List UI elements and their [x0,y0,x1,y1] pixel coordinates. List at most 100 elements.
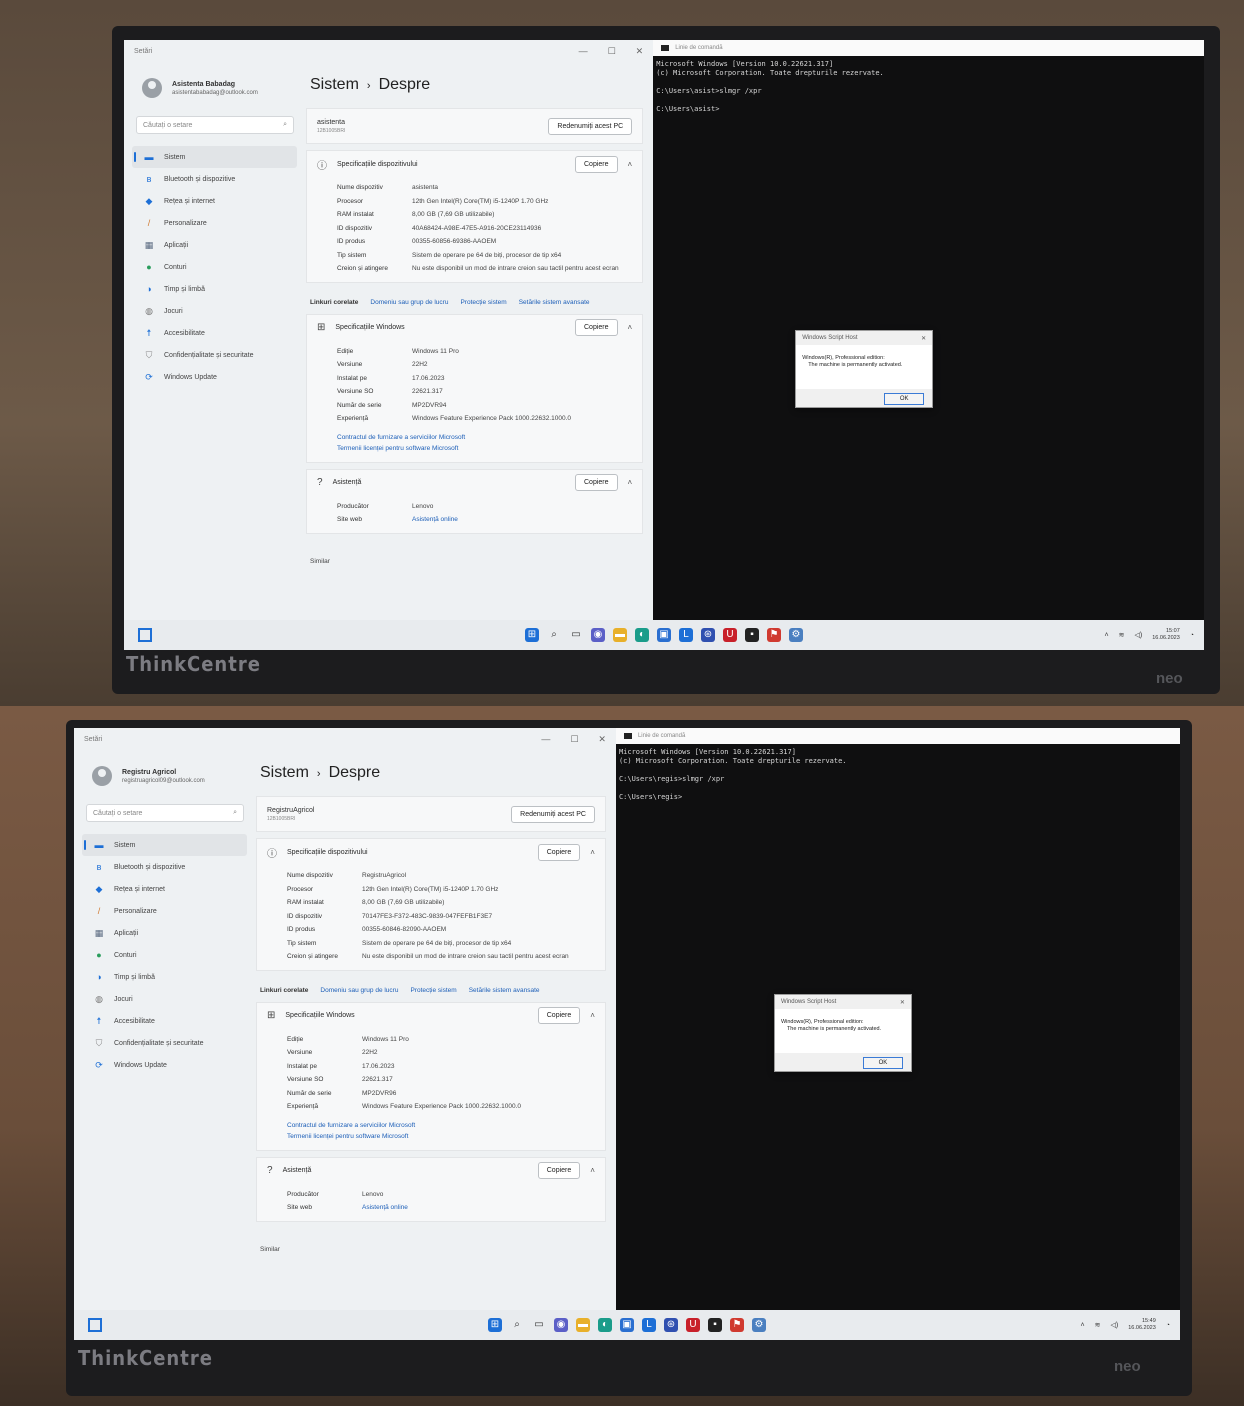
chevron-up-icon[interactable]: ˄ [628,160,633,169]
breadcrumb-parent[interactable]: Sistem [310,76,359,93]
sidebar-item-jocuri[interactable]: ◍ Jocuri [82,988,247,1010]
volume-icon[interactable]: ◁) [1135,631,1143,639]
maximize-icon[interactable]: ☐ [570,734,578,745]
sidebar-item-timp-și-limbă[interactable]: ◑ Timp și limbă [82,966,247,988]
link-license-terms[interactable]: Termenii licenței pentru software Micros… [287,1131,605,1142]
volume-icon[interactable]: ◁) [1111,1321,1119,1329]
widgets-icon[interactable] [138,628,152,642]
sidebar-item-timp-și-limbă[interactable]: ◑ Timp și limbă [132,278,297,300]
link-system-protection[interactable]: Protecție sistem [460,299,506,306]
copy-support-button[interactable]: Copiere [537,1162,581,1179]
sidebar-item-sistem[interactable]: ▬ Sistem [132,146,297,168]
link-advanced-settings[interactable]: Setările sistem avansate [519,299,590,306]
search-input[interactable]: Căutați o setare ⌕ [136,116,294,134]
chevron-up-icon[interactable]: ˄ [590,1166,595,1175]
ok-button[interactable]: OK [884,393,925,405]
link-services-agreement[interactable]: Contractul de furnizare a serviciilor Mi… [287,1120,605,1131]
sidebar-item-aplicații[interactable]: ▦ Aplicații [82,922,247,944]
notification-icon[interactable]: ◔ [1166,1322,1170,1329]
store-icon[interactable]: ▣ [620,1318,634,1332]
copy-windows-specs-button[interactable]: Copiere [575,319,618,336]
close-icon[interactable]: ✕ [900,999,905,1006]
file-explorer-icon[interactable]: ▬ [613,628,627,642]
app-flag-icon[interactable]: ⚑ [730,1318,744,1332]
chat-icon[interactable]: ◉ [591,628,605,642]
notification-icon[interactable]: ◔ [1190,632,1194,639]
sidebar-item-bluetooth-și-dispozitive[interactable]: ʙ Bluetooth și dispozitive [132,168,297,190]
rename-pc-button[interactable]: Redenumiți acest PC [511,805,595,823]
app-a-icon[interactable]: ⊛ [701,628,715,642]
sidebar-item-rețea-și-internet[interactable]: ◆ Rețea și internet [82,878,247,900]
sidebar-item-accesibilitate[interactable]: ☨ Accesibilitate [82,1010,247,1032]
sidebar-item-personalizare[interactable]: / Personalizare [132,212,297,234]
minimize-icon[interactable]: — [579,46,588,57]
console-output[interactable]: Microsoft Windows [Version 10.0.22621.31… [653,56,1204,118]
maximize-icon[interactable]: ☐ [608,46,616,57]
spec-link[interactable]: Asistență online [412,513,458,527]
mcafee-icon[interactable]: U [686,1318,700,1332]
link-license-terms[interactable]: Termenii licenței pentru software Micros… [337,443,642,454]
sidebar-item-rețea-și-internet[interactable]: ◆ Rețea și internet [132,190,297,212]
chat-icon[interactable]: ◉ [554,1318,568,1332]
sidebar-item-aplicații[interactable]: ▦ Aplicații [132,234,297,256]
start-icon[interactable]: ⊞ [525,628,539,642]
store-icon[interactable]: ▣ [657,628,671,642]
edge-icon[interactable]: ◐ [598,1318,612,1332]
sidebar-item-accesibilitate[interactable]: ☨ Accesibilitate [132,322,297,344]
link-advanced-settings[interactable]: Setările sistem avansate [469,987,540,994]
app-a-icon[interactable]: ⊛ [664,1318,678,1332]
copy-windows-specs-button[interactable]: Copiere [537,1007,581,1024]
sidebar-item-personalizare[interactable]: / Personalizare [82,900,247,922]
sidebar-item-conturi[interactable]: ● Conturi [82,944,247,966]
link-system-protection[interactable]: Protecție sistem [410,987,456,994]
link-services-agreement[interactable]: Contractul de furnizare a serviciilor Mi… [337,432,642,443]
clock[interactable]: 15:07 16.06.2023 [1152,628,1180,642]
close-icon[interactable]: ✕ [598,734,606,745]
sidebar-item-bluetooth-și-dispozitive[interactable]: ʙ Bluetooth și dispozitive [82,856,247,878]
sidebar-item-jocuri[interactable]: ◍ Jocuri [132,300,297,322]
user-card[interactable]: Registru Agricol registruagricol09@outlo… [92,766,247,786]
link-domain-workgroup[interactable]: Domeniu sau grup de lucru [320,987,398,994]
task-view-icon[interactable]: ▭ [532,1318,546,1332]
chevron-up-icon[interactable]: ˄ [1081,1322,1085,1329]
sidebar-item-conturi[interactable]: ● Conturi [132,256,297,278]
app-flag-icon[interactable]: ⚑ [767,628,781,642]
chevron-up-icon[interactable]: ˄ [628,478,633,487]
chevron-up-icon[interactable]: ˄ [590,1011,595,1020]
clock[interactable]: 15:49 16.06.2023 [1128,1318,1156,1332]
rename-pc-button[interactable]: Redenumiți acest PC [548,117,633,135]
search-icon[interactable]: ⌕ [547,628,561,642]
widgets-icon[interactable] [88,1318,102,1332]
sidebar-item-confidențialitate-și-securitate[interactable]: ⛉ Confidențialitate și securitate [82,1032,247,1054]
breadcrumb-parent[interactable]: Sistem [260,764,309,781]
app-l-icon[interactable]: L [679,628,693,642]
sidebar-item-windows-update[interactable]: ⟳ Windows Update [132,366,297,388]
copy-device-specs-button[interactable]: Copiere [575,155,618,173]
terminal-icon[interactable]: ▪ [745,628,759,642]
file-explorer-icon[interactable]: ▬ [576,1318,590,1332]
copy-support-button[interactable]: Copiere [575,474,618,491]
sidebar-item-windows-update[interactable]: ⟳ Windows Update [82,1054,247,1076]
settings-icon[interactable]: ⚙ [752,1318,766,1332]
minimize-icon[interactable]: — [541,734,550,745]
terminal-icon[interactable]: ▪ [708,1318,722,1332]
user-card[interactable]: Asistenta Babadag asistentababadag@outlo… [142,78,297,98]
close-icon[interactable]: ✕ [921,335,926,342]
search-input[interactable]: Căutați o setare ⌕ [86,804,244,822]
edge-icon[interactable]: ◐ [635,628,649,642]
start-icon[interactable]: ⊞ [488,1318,502,1332]
chevron-up-icon[interactable]: ˄ [628,323,633,332]
app-l-icon[interactable]: L [642,1318,656,1332]
close-icon[interactable]: ✕ [636,46,644,57]
wifi-icon[interactable]: ≋ [1119,631,1125,639]
link-domain-workgroup[interactable]: Domeniu sau grup de lucru [370,299,448,306]
console-output[interactable]: Microsoft Windows [Version 10.0.22621.31… [616,744,1180,806]
settings-icon[interactable]: ⚙ [789,628,803,642]
search-icon[interactable]: ⌕ [510,1318,524,1332]
wifi-icon[interactable]: ≋ [1095,1321,1101,1329]
task-view-icon[interactable]: ▭ [569,628,583,642]
ok-button[interactable]: OK [862,1057,903,1069]
copy-device-specs-button[interactable]: Copiere [537,843,581,861]
sidebar-item-sistem[interactable]: ▬ Sistem [82,834,247,856]
chevron-up-icon[interactable]: ˄ [590,848,595,857]
